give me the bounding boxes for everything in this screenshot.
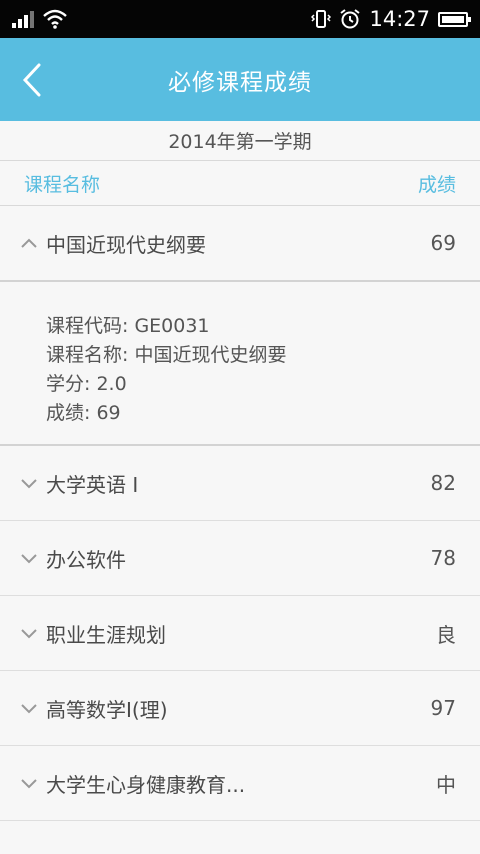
chevron-down-icon: [18, 772, 40, 794]
course-row[interactable]: 职业生涯规划 良: [0, 596, 480, 671]
course-detail-score: 成绩: 69: [46, 402, 121, 424]
course-name: 职业生涯规划: [46, 622, 166, 647]
column-header-score: 成绩: [417, 173, 456, 196]
chevron-left-icon: [22, 63, 41, 97]
back-button[interactable]: [16, 62, 48, 98]
course-row-expanded[interactable]: 中国近现代史纲要 69: [0, 206, 480, 282]
app-header: 必修课程成绩: [0, 38, 480, 121]
status-time: 14:27: [369, 7, 430, 31]
course-row[interactable]: 高等数学I(理) 97: [0, 671, 480, 746]
course-row[interactable]: 办公软件 78: [0, 521, 480, 596]
course-name: 办公软件: [46, 547, 126, 572]
course-detail-code: 课程代码: GE0031: [46, 315, 210, 337]
course-name: 高等数学I(理): [46, 697, 168, 722]
course-name: 中国近现代史纲要: [46, 232, 206, 257]
chevron-down-icon: [18, 622, 40, 644]
column-header: 课程名称 成绩: [0, 161, 480, 206]
vibrate-icon: [311, 10, 332, 28]
course-name: 大学生心身健康教育...: [46, 772, 246, 797]
chevron-up-icon: [18, 232, 40, 254]
chevron-down-icon: [18, 472, 40, 494]
course-row[interactable]: 大学英语 I 82: [0, 446, 480, 521]
battery-icon: [438, 11, 471, 27]
course-score: 良: [436, 622, 456, 647]
course-detail-credits: 学分: 2.0: [46, 373, 127, 395]
column-header-name: 课程名称: [24, 173, 101, 196]
status-right: 14:27: [311, 7, 471, 31]
course-score: 78: [430, 546, 456, 570]
course-detail-panel: 课程代码: GE0031 课程名称: 中国近现代史纲要 学分: 2.0 成绩: …: [0, 282, 480, 446]
page-title: 必修课程成绩: [168, 69, 312, 96]
course-score: 82: [430, 471, 456, 495]
signal-strength-icon: [12, 10, 34, 28]
term-label: 2014年第一学期: [0, 121, 480, 161]
course-name: 大学英语 I: [46, 472, 139, 497]
course-row[interactable]: 大学生心身健康教育... 中: [0, 746, 480, 821]
chevron-down-icon: [18, 547, 40, 569]
course-score: 69: [430, 231, 456, 255]
alarm-icon: [340, 9, 361, 29]
status-bar: 14:27: [0, 0, 480, 38]
course-detail-name: 课程名称: 中国近现代史纲要: [46, 344, 287, 366]
status-left: [12, 9, 68, 29]
chevron-down-icon: [18, 697, 40, 719]
wifi-icon: [43, 9, 67, 29]
course-score: 97: [430, 696, 456, 720]
course-score: 中: [436, 772, 456, 797]
